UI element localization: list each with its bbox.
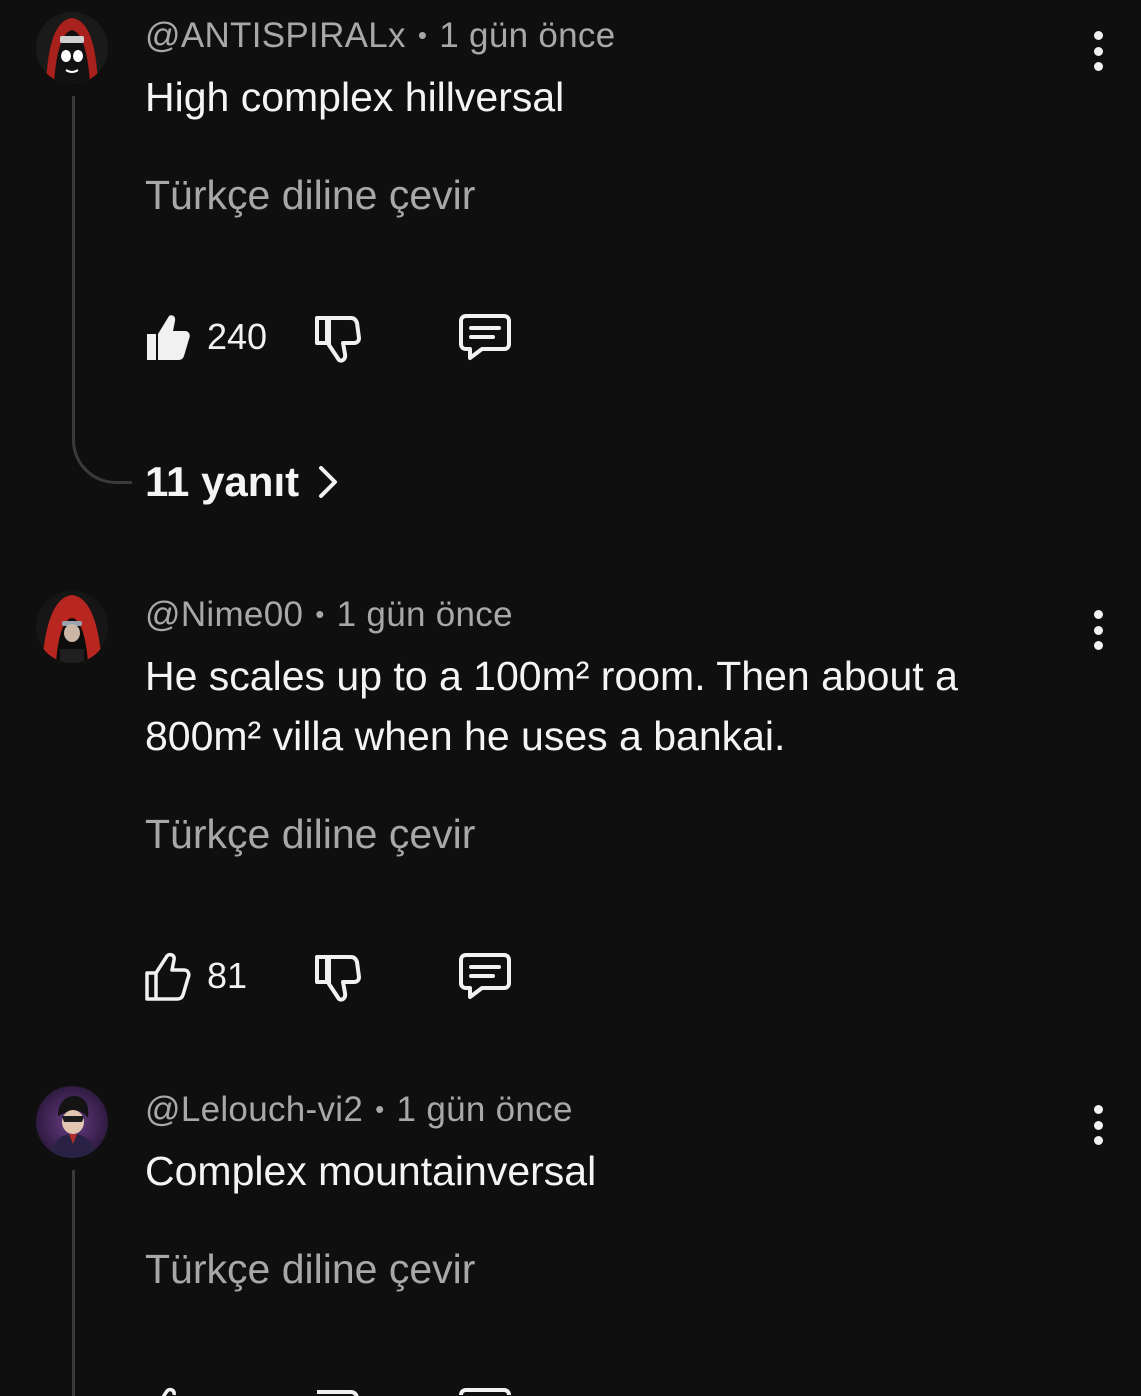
reply-button[interactable] xyxy=(458,1386,512,1396)
author-name[interactable]: @Nime00 xyxy=(145,595,303,634)
author-name[interactable]: @Lelouch-vi2 xyxy=(145,1090,363,1129)
thumbs-down-icon xyxy=(315,955,361,1002)
view-replies-button[interactable]: 11 yanıt xyxy=(145,458,339,506)
translate-link[interactable]: Türkçe diline çevir xyxy=(145,811,475,858)
comment-text: Complex mountainversal xyxy=(145,1148,597,1194)
timestamp: 1 gün önce xyxy=(439,16,616,55)
author-name[interactable]: @ANTISPIRALx xyxy=(145,16,406,55)
separator: • xyxy=(375,1094,385,1124)
comment-text: High complex hillversal xyxy=(145,74,565,120)
avatar[interactable] xyxy=(36,1086,108,1158)
chevron-right-icon xyxy=(319,466,338,498)
like-count: 240 xyxy=(207,316,268,357)
dislike-button[interactable] xyxy=(313,951,361,1008)
comment-meta: @Lelouch-vi2 • 1 gün önce xyxy=(145,1090,573,1130)
avatar[interactable] xyxy=(36,591,108,663)
comment-actions: 240 xyxy=(145,312,545,368)
replies-count-label: 11 yanıt xyxy=(145,458,300,505)
avatar[interactable] xyxy=(36,12,108,84)
translate-link[interactable]: Türkçe diline çevir xyxy=(145,172,475,219)
thumbs-down-icon xyxy=(317,1390,359,1396)
timestamp: 1 gün önce xyxy=(336,595,513,634)
dislike-button[interactable] xyxy=(313,1386,361,1396)
comment-actions: 81 xyxy=(145,951,545,1007)
comment-text: He scales up to a 100m² room. Then about… xyxy=(145,653,958,759)
timestamp: 1 gün önce xyxy=(396,1090,573,1129)
thumbs-down-icon xyxy=(315,316,361,363)
comment-icon xyxy=(459,314,511,360)
translate-link[interactable]: Türkçe diline çevir xyxy=(145,1246,475,1293)
comment-icon xyxy=(459,953,511,999)
separator: • xyxy=(417,20,428,50)
like-count: 81 xyxy=(207,955,248,996)
more-vertical-icon[interactable] xyxy=(1082,1103,1114,1147)
comment-actions xyxy=(145,1386,545,1396)
thread-connector xyxy=(72,440,132,484)
reply-button[interactable] xyxy=(458,951,512,1006)
reply-button[interactable] xyxy=(458,312,512,367)
thumbs-up-icon xyxy=(161,1387,176,1396)
more-vertical-icon[interactable] xyxy=(1082,608,1114,652)
more-vertical-icon[interactable] xyxy=(1082,29,1114,73)
like-button[interactable]: 81 xyxy=(145,951,247,1001)
like-button[interactable]: 240 xyxy=(145,312,267,362)
thumbs-up-icon xyxy=(145,952,191,1001)
comment-meta: @Nime00 • 1 gün önce xyxy=(145,595,513,635)
separator: • xyxy=(315,599,325,629)
comment-meta: @ANTISPIRALx • 1 gün önce xyxy=(145,16,615,56)
like-button[interactable] xyxy=(145,1386,191,1396)
thread-line xyxy=(72,1170,75,1396)
thread-line xyxy=(72,96,75,440)
comment-icon xyxy=(459,1388,511,1396)
thumbs-up-icon xyxy=(147,315,190,360)
dislike-button[interactable] xyxy=(313,312,361,369)
